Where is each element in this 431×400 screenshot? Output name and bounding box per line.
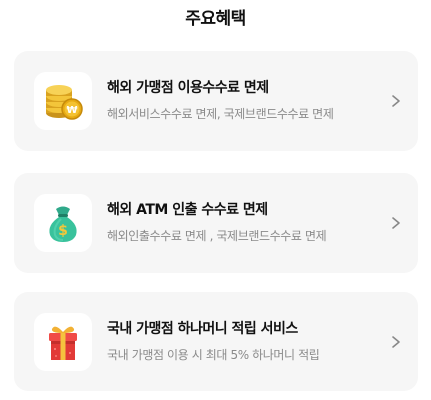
section-title: 주요혜택 xyxy=(185,9,246,29)
chevron-right-icon xyxy=(392,335,400,348)
benefits-page: 주요혜택 ₩ 해외 가맹점 이용수수료 면제 해외서비스수수료 면제, 국제브랜… xyxy=(0,0,431,400)
benefit-card-overseas-atm-fee[interactable]: $ 해외 ATM 인출 수수료 면제 해외인출수수료 면제 , 국제브랜드수수료… xyxy=(14,173,418,273)
chevron-right-icon xyxy=(392,217,400,229)
benefit-description: 해외인출수수료 면제 , 국제브랜드수수료 면제 xyxy=(107,229,327,243)
money-bag-icon: $ xyxy=(34,194,92,252)
benefit-title: 국내 가맹점 하나머니 적립 서비스 xyxy=(107,320,298,337)
gift-box-icon xyxy=(34,312,92,371)
coin-stack-icon: ₩ xyxy=(34,72,92,130)
benefit-card-overseas-merchant-fee[interactable]: ₩ 해외 가맹점 이용수수료 면제 해외서비스수수료 면제, 국제브랜드수수료 … xyxy=(14,51,418,151)
benefit-title: 해외 ATM 인출 수수료 면제 xyxy=(107,202,268,218)
benefit-title: 해외 가맹점 이용수수료 면제 xyxy=(107,80,269,96)
benefit-description: 국내 가맹점 이용 시 최대 5% 하나머니 적립 xyxy=(107,347,320,362)
svg-text:$: $ xyxy=(58,223,68,239)
chevron-right-icon xyxy=(392,95,400,107)
benefit-description: 해외서비스수수료 면제, 국제브랜드수수료 면제 xyxy=(107,107,334,121)
svg-text:₩: ₩ xyxy=(66,105,77,116)
benefit-card-domestic-hanamoney[interactable]: 국내 가맹점 하나머니 적립 서비스 국내 가맹점 이용 시 최대 5% 하나머… xyxy=(14,292,418,391)
